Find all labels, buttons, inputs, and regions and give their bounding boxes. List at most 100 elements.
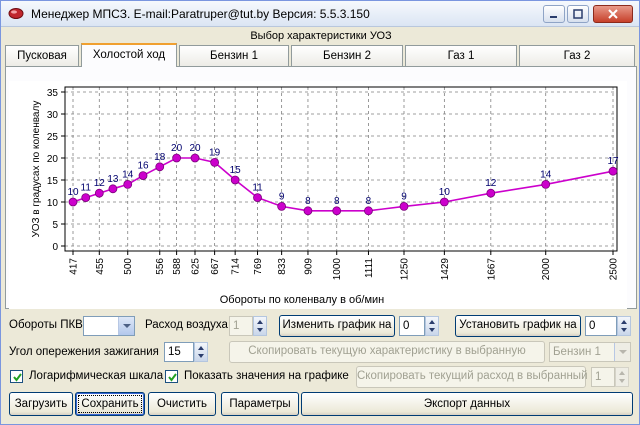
- maximize-button[interactable]: [567, 5, 589, 23]
- tab-petrol-2[interactable]: Бензин 2: [291, 45, 403, 67]
- x-tick-label: 1429: [440, 258, 451, 281]
- chart-area[interactable]: 0 5 10 15 20 25 30 35 417 455 500 556 588 625 667 714 7…: [9, 81, 627, 309]
- data-point[interactable]: [364, 206, 373, 216]
- pkv-select[interactable]: [83, 316, 135, 336]
- tab-start[interactable]: Пусковая: [5, 45, 79, 67]
- x-tick-label: 1250: [400, 258, 411, 281]
- data-label: 14: [540, 169, 552, 180]
- data-point[interactable]: [608, 166, 618, 176]
- x-tick-label: 500: [123, 258, 134, 275]
- export-data-button[interactable]: Экспорт данных: [301, 392, 633, 416]
- data-label: 9: [401, 191, 407, 202]
- change-graph-spinner[interactable]: [425, 316, 439, 336]
- data-point[interactable]: [253, 193, 262, 202]
- data-label: 20: [189, 143, 201, 154]
- log-scale-label[interactable]: Логарифмическая шкала: [29, 370, 163, 382]
- show-values-label[interactable]: Показать значения на графике: [184, 370, 349, 382]
- copy-flow-input[interactable]: 1: [591, 367, 615, 387]
- data-label: 19: [209, 147, 221, 158]
- y-tick-label: 5: [52, 220, 58, 231]
- air-flow-spinner[interactable]: [253, 316, 267, 336]
- data-point[interactable]: [94, 188, 104, 198]
- tab-petrol-1[interactable]: Бензин 1: [179, 45, 289, 67]
- spin-up-icon: [257, 320, 263, 324]
- ignition-spinner[interactable]: [194, 342, 208, 362]
- copy-characteristic-button[interactable]: Скопировать текущую характеристику в выб…: [229, 341, 545, 363]
- x-tick-label: 1667: [486, 258, 497, 281]
- chevron-down-icon: [619, 350, 627, 354]
- y-axis-title: УОЗ в градусах по коленвалу: [31, 101, 42, 238]
- show-values-checkbox[interactable]: [165, 370, 178, 383]
- data-point[interactable]: [303, 206, 313, 216]
- data-label: 14: [122, 169, 134, 180]
- data-label: 8: [366, 196, 372, 207]
- data-label: 10: [67, 187, 79, 198]
- data-point[interactable]: [68, 197, 78, 207]
- series-line: [72, 157, 614, 212]
- minimize-icon: [550, 16, 557, 18]
- title-bar[interactable]: Менеджер МПСЗ. E-mail:Paratruper@tut.by …: [1, 1, 639, 27]
- chevron-down-icon: [123, 324, 131, 328]
- set-graph-input[interactable]: 0: [585, 316, 617, 336]
- y-tick-label: 35: [47, 88, 59, 99]
- data-point[interactable]: [541, 180, 551, 189]
- data-point[interactable]: [81, 193, 91, 202]
- page-caption: Выбор характеристики УОЗ: [250, 30, 392, 42]
- spin-up-icon: [429, 320, 435, 324]
- data-point[interactable]: [230, 175, 240, 185]
- ignition-label: Угол опережения зажигания: [9, 346, 159, 358]
- load-button[interactable]: Загрузить: [9, 392, 73, 416]
- pkv-dropdown-toggle[interactable]: [118, 317, 134, 335]
- data-point[interactable]: [172, 153, 182, 163]
- data-point[interactable]: [439, 197, 449, 207]
- data-point[interactable]: [123, 180, 133, 189]
- parameters-button[interactable]: Параметры: [221, 392, 299, 416]
- air-flow-input[interactable]: 1: [229, 316, 253, 336]
- data-point[interactable]: [277, 202, 287, 211]
- change-graph-value: 0: [403, 320, 410, 332]
- data-points[interactable]: [68, 153, 618, 216]
- tab-strip: Пусковая Холостой ход Бензин 1 Бензин 2 …: [5, 43, 637, 67]
- change-graph-input[interactable]: 0: [399, 316, 425, 336]
- spin-down-icon: [429, 328, 435, 332]
- data-label: 8: [305, 196, 311, 207]
- close-button[interactable]: [593, 5, 633, 23]
- spin-up-icon: [619, 371, 625, 375]
- clear-button[interactable]: Очистить: [148, 392, 216, 416]
- save-button[interactable]: Сохранить: [75, 392, 145, 416]
- data-point[interactable]: [138, 171, 148, 180]
- ignition-input[interactable]: 15: [164, 342, 194, 362]
- data-label: 16: [137, 161, 149, 172]
- minimize-button[interactable]: [543, 5, 565, 23]
- x-tick-label: 833: [277, 258, 288, 275]
- data-point[interactable]: [190, 153, 200, 163]
- tab-gas-2[interactable]: Газ 2: [519, 45, 635, 67]
- data-point[interactable]: [210, 158, 220, 167]
- set-graph-spinner[interactable]: [617, 316, 631, 336]
- data-point[interactable]: [399, 202, 409, 211]
- change-graph-button[interactable]: Изменить график на: [279, 315, 395, 337]
- y-tick-label: 15: [47, 176, 59, 187]
- data-point[interactable]: [155, 162, 165, 172]
- spin-down-icon: [619, 379, 625, 383]
- copy-target-dropdown-toggle[interactable]: [614, 343, 630, 361]
- data-labels: 10 11 12 13 14161820 20 1915119 8 8 8 9 10121417: [67, 143, 619, 207]
- log-scale-checkbox[interactable]: [10, 370, 23, 383]
- set-graph-button[interactable]: Установить график на: [455, 315, 581, 337]
- uoz-chart[interactable]: 0 5 10 15 20 25 30 35 417 455 500 556 588 625 667 714 7…: [9, 81, 627, 309]
- data-point[interactable]: [486, 188, 496, 198]
- data-point[interactable]: [108, 184, 118, 194]
- copy-target-select[interactable]: Бензин 1: [549, 342, 631, 362]
- copy-flow-spinner[interactable]: [615, 367, 629, 387]
- tab-gas-1[interactable]: Газ 1: [405, 45, 517, 67]
- spin-down-icon: [257, 328, 263, 332]
- data-point[interactable]: [332, 206, 342, 216]
- x-tick-label: 588: [172, 258, 183, 275]
- app-logo-icon: [8, 8, 24, 19]
- copy-flow-button[interactable]: Скопировать текущий расход в выбранный: [356, 366, 588, 388]
- data-label: 17: [607, 156, 619, 167]
- tab-idle[interactable]: Холостой ход: [81, 43, 177, 67]
- ignition-value: 15: [168, 346, 181, 358]
- data-label: 13: [107, 174, 119, 185]
- close-icon: [608, 9, 618, 19]
